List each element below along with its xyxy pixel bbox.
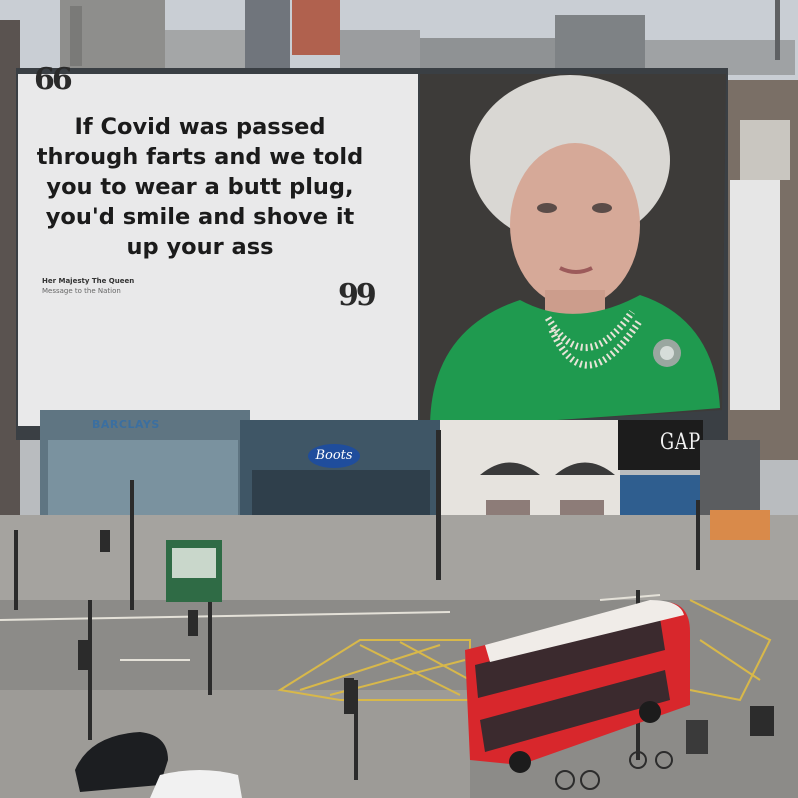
- attribution-subtitle: Message to the Nation: [42, 287, 121, 295]
- billboard-quote: If Covid was passed through farts and we…: [4, 112, 396, 262]
- photo-scene: 66 If Covid was passed through farts and…: [0, 0, 798, 798]
- quote-line-1: If Covid was passed: [74, 114, 326, 140]
- attribution-name: Her Majesty The Queen: [42, 277, 135, 285]
- barclays-sign: BARCLAYS: [92, 418, 160, 431]
- white-van: [150, 770, 242, 798]
- quote-line-5: up your ass: [126, 234, 274, 260]
- billboard-attribution: Her Majesty The Queen Message to the Nat…: [42, 276, 134, 296]
- billboard-portrait-panel: [420, 74, 726, 428]
- quote-line-4: you'd smile and shove it: [45, 204, 355, 230]
- boots-logo: Boots: [308, 444, 360, 468]
- quote-line-2: through farts and we told: [36, 144, 364, 170]
- open-quote-mark: 66: [34, 62, 73, 97]
- gap-sign: GAP: [660, 430, 702, 455]
- quote-line-3: you to wear a butt plug,: [46, 174, 354, 200]
- close-quote-mark: 99: [338, 278, 377, 313]
